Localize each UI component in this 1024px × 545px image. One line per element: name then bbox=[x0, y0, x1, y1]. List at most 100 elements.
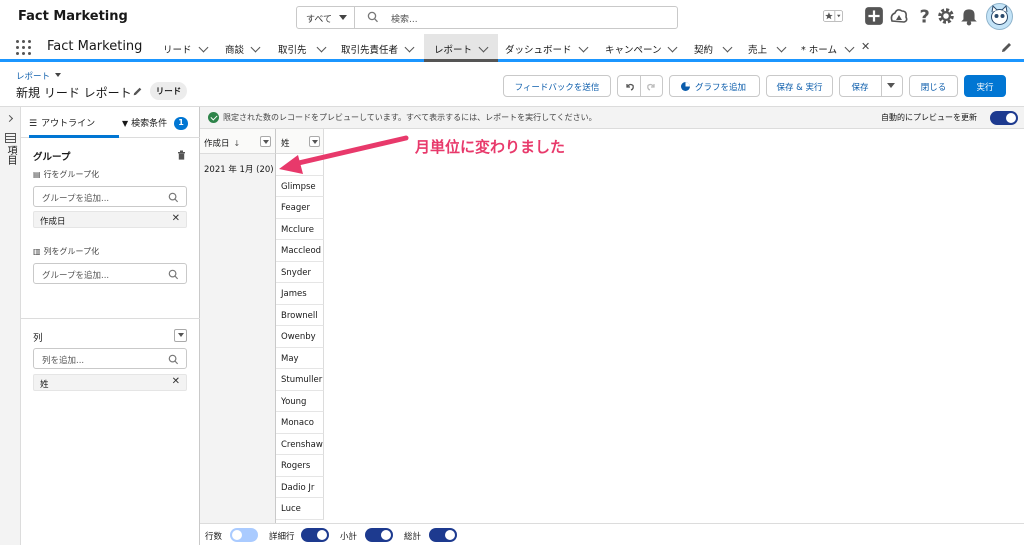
chevron-down-icon bbox=[177, 333, 184, 340]
tab-label: 取引先 bbox=[278, 45, 307, 56]
tab-campaigns[interactable]: キャンペーン bbox=[605, 34, 685, 62]
save-and-run-button[interactable]: 保存 & 実行 bbox=[766, 75, 833, 97]
filter-icon: ▼ bbox=[122, 119, 129, 128]
table-row: Mcclure bbox=[276, 218, 324, 240]
close-icon[interactable]: ✕ bbox=[861, 40, 870, 53]
search-icon bbox=[168, 269, 179, 280]
filter-count-badge: 1 bbox=[174, 117, 188, 130]
row-group-input[interactable]: グループを追加... bbox=[33, 186, 187, 207]
chevron-down-icon[interactable] bbox=[478, 42, 489, 53]
success-icon bbox=[208, 112, 219, 123]
search-input[interactable]: 検索... bbox=[391, 12, 418, 25]
subtotal-label: 小計 bbox=[340, 532, 358, 542]
grand-total-toggle[interactable] bbox=[429, 528, 457, 542]
breadcrumb[interactable]: レポート bbox=[16, 70, 62, 82]
tab-sales[interactable]: 売上 bbox=[748, 34, 793, 62]
add-column-input[interactable]: 列を追加... bbox=[33, 348, 187, 369]
edit-nav-icon[interactable] bbox=[1000, 41, 1013, 54]
columns-menu-button[interactable] bbox=[174, 329, 187, 342]
trash-icon[interactable] bbox=[177, 150, 186, 160]
table-row: Young bbox=[276, 390, 324, 412]
close-button[interactable]: 閉じる bbox=[909, 75, 958, 97]
detail-rows-toggle[interactable] bbox=[301, 528, 329, 542]
tab-contracts[interactable]: 契約 bbox=[694, 34, 739, 62]
columns-title: 列 bbox=[33, 333, 43, 344]
add-chart-label: グラフを追加 bbox=[694, 83, 746, 93]
chevron-down-icon[interactable] bbox=[404, 42, 415, 53]
table-row: Monaco bbox=[276, 412, 324, 434]
panel-tabs: ☰ アウトライン ▼ 検索条件 1 bbox=[21, 107, 200, 138]
tab-filters[interactable]: ▼ 検索条件 bbox=[122, 116, 167, 129]
report-preview: 限定された数のレコードをプレビューしています。すべて表示するには、レポートを実行… bbox=[200, 107, 1024, 545]
table-row: Rogers bbox=[276, 455, 324, 477]
chevron-down-icon[interactable] bbox=[198, 42, 209, 53]
chevron-down-icon[interactable] bbox=[578, 42, 589, 53]
favorites-icon[interactable] bbox=[823, 6, 843, 26]
chevron-down-icon[interactable] bbox=[316, 42, 327, 53]
table-row: Feager bbox=[276, 197, 324, 219]
help-icon[interactable]: ? bbox=[915, 6, 935, 26]
tab-label: 検索条件 bbox=[131, 119, 168, 129]
svg-text:?: ? bbox=[919, 8, 929, 26]
column-value: 姓 bbox=[40, 380, 49, 390]
row-count-toggle[interactable] bbox=[230, 528, 258, 542]
remove-icon[interactable]: ✕ bbox=[172, 376, 180, 387]
chevron-down-icon[interactable] bbox=[250, 42, 261, 53]
notifications-bell-icon[interactable] bbox=[959, 6, 979, 26]
tab-reports[interactable]: レポート bbox=[424, 34, 498, 62]
chevron-down-icon[interactable] bbox=[844, 42, 855, 53]
app-launcher-icon[interactable] bbox=[16, 40, 32, 56]
chevron-down-icon[interactable] bbox=[776, 42, 787, 53]
column-header-created-date[interactable]: 作成日 ↓ bbox=[200, 129, 276, 154]
trailhead-icon[interactable] bbox=[889, 6, 909, 26]
column-menu-button[interactable] bbox=[260, 136, 271, 147]
gear-icon[interactable] bbox=[936, 6, 956, 26]
rows-icon: ▤ bbox=[33, 170, 41, 179]
tab-outline[interactable]: ☰ アウトライン bbox=[29, 116, 95, 129]
search-scope-label: すべて bbox=[306, 15, 333, 25]
auto-preview-toggle[interactable] bbox=[990, 111, 1018, 125]
chevron-down-icon[interactable] bbox=[887, 83, 895, 92]
save-button[interactable]: 保存 bbox=[839, 75, 903, 97]
global-header: Fact Marketing すべて 検索... ? bbox=[0, 0, 1024, 34]
table-row: Luce bbox=[276, 498, 324, 520]
table-row: Dadio Jr bbox=[276, 476, 324, 498]
edit-title-icon[interactable] bbox=[132, 86, 143, 97]
save-label: 保存 bbox=[851, 83, 869, 93]
fields-panel-toggle[interactable]: 項目 bbox=[0, 107, 21, 545]
tab-label: キャンペーン bbox=[605, 45, 662, 56]
column-group-heading: ▥ 列をグループ化 bbox=[33, 246, 99, 257]
tab-label: レポート bbox=[434, 45, 473, 56]
global-actions-icon[interactable] bbox=[864, 6, 884, 26]
column-group-input[interactable]: グループを追加... bbox=[33, 263, 187, 284]
undo-icon[interactable] bbox=[624, 81, 635, 92]
run-button[interactable]: 実行 bbox=[964, 75, 1006, 97]
tab-label: ダッシュボード bbox=[505, 45, 572, 56]
tab-contacts[interactable]: 取引先責任者 bbox=[341, 34, 421, 62]
tab-leads[interactable]: リード bbox=[163, 34, 213, 62]
table-row: Stumuller bbox=[276, 369, 324, 391]
tab-dashboards[interactable]: ダッシュボード bbox=[505, 34, 597, 62]
tab-label: 契約 bbox=[694, 45, 714, 56]
tab-opportunities[interactable]: 商談 bbox=[225, 34, 275, 62]
table-row: Brownell bbox=[276, 304, 324, 326]
chevron-down-icon[interactable] bbox=[722, 42, 733, 53]
app-name: Fact Marketing bbox=[18, 9, 128, 24]
preview-footer: 行数 詳細行 小計 総計 bbox=[200, 523, 1024, 545]
report-type-badge: リード bbox=[150, 82, 187, 100]
remove-icon[interactable]: ✕ bbox=[172, 213, 180, 224]
chevron-down-icon bbox=[55, 73, 62, 80]
tab-accounts[interactable]: 取引先 bbox=[278, 34, 333, 62]
add-chart-button[interactable]: グラフを追加 bbox=[669, 75, 760, 97]
chevron-down-icon[interactable] bbox=[667, 42, 678, 53]
global-search[interactable]: すべて 検索... bbox=[296, 6, 678, 29]
avatar[interactable] bbox=[986, 3, 1013, 30]
tab-label: アウトライン bbox=[41, 119, 96, 129]
tab-label: 商談 bbox=[225, 45, 245, 56]
column-group-placeholder: グループを追加... bbox=[42, 271, 110, 281]
subtotal-toggle[interactable] bbox=[365, 528, 393, 542]
search-scope-select[interactable]: すべて bbox=[297, 7, 355, 28]
tab-home[interactable]: * ホーム ✕ bbox=[801, 34, 876, 62]
redo-icon[interactable] bbox=[646, 81, 657, 92]
feedback-button[interactable]: フィードバックを送信 bbox=[503, 75, 611, 97]
